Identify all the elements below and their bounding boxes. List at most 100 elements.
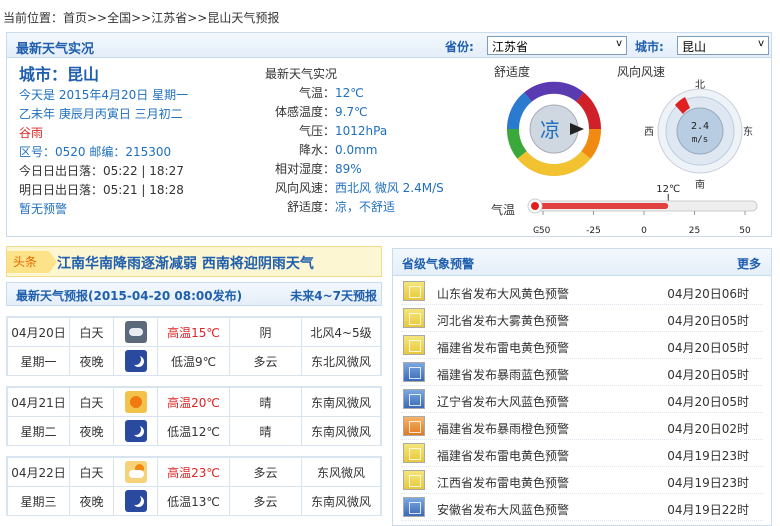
city-name: 城市：昆山 — [19, 65, 100, 84]
tempbar-tick-label: 0 — [641, 226, 647, 236]
wind-compass: 北 南 西 东 2.4 m/s — [645, 79, 753, 191]
live-row: 风向风速：西北风 微风 2.4M/S — [274, 181, 444, 195]
province-label: 省份: — [445, 40, 474, 54]
forecast-date: 04月22日 — [7, 457, 70, 487]
forecast-week: 星期三 — [7, 486, 70, 516]
forecast-day: 04月21日 白天 高温20℃ 晴 东南风微风 星期二 夜晚 低温12℃ 晴 东… — [6, 386, 382, 446]
forecast-day: 04月22日 白天 高温23℃ 多云 东风微风 星期三 夜晚 低温13℃ 多云 … — [6, 456, 382, 516]
period-label: 白天 — [69, 317, 114, 347]
solar-term: 谷雨 — [19, 126, 44, 140]
tomorrow-sun-times: 明日日出日落：05:21 | 18:28 — [19, 183, 184, 197]
forecast-date: 04月21日 — [7, 387, 70, 417]
warning-text[interactable]: 福建省发布暴雨橙色预警 — [437, 420, 569, 437]
warning-icon — [403, 281, 425, 301]
live-row: 气温：12℃ — [298, 86, 364, 100]
forecast-day: 04月20日 白天 高温15℃ 阴 北风4~5级 星期一 夜晚 低温9℃ 多云 … — [6, 316, 382, 376]
area-codes: 区号：0520 邮编：215300 — [19, 145, 172, 159]
panel-title: 最新天气实况 — [16, 42, 95, 57]
forecast-more-link[interactable]: 未来4~7天预报 — [290, 287, 377, 304]
tempbar-fill — [535, 203, 669, 209]
warning-item[interactable]: 福建省发布雷电黄色预警 04月19日23时 — [401, 441, 763, 467]
forecast-title: 最新天气预报(2015-04-20 08:00发布) — [16, 289, 243, 303]
live-row: 气压：1012hPa — [298, 124, 388, 138]
comfort-value: 凉 — [540, 118, 560, 142]
forecast-wind: 东风微风 — [301, 457, 381, 487]
warning-item[interactable]: 河北省发布大雾黄色预警 04月20日05时 — [401, 306, 763, 332]
forecast-weather: 阴 — [229, 317, 302, 347]
warning-item[interactable]: 福建省发布暴雨蓝色预警 04月20日05时 — [401, 360, 763, 386]
compass-north: 北 — [695, 79, 705, 91]
moon-icon — [124, 350, 147, 372]
warning-time: 04月20日06时 — [667, 287, 749, 301]
warning-item[interactable]: 安徽省发布大风蓝色预警 04月19日22时 — [401, 495, 763, 521]
partly-cloudy-icon — [124, 461, 147, 483]
warning-text[interactable]: 山东省发布大风黄色预警 — [437, 285, 569, 302]
chevron-down-icon: v — [758, 38, 764, 49]
forecast-wind: 东南风微风 — [301, 486, 381, 516]
compass-west: 西 — [645, 127, 654, 138]
warning-time: 04月20日02时 — [667, 422, 749, 436]
moon-icon — [124, 420, 147, 442]
warning-title: 省级气象预警 — [402, 257, 475, 271]
period-label: 夜晚 — [69, 486, 114, 516]
forecast-week: 星期二 — [7, 416, 70, 446]
warning-text[interactable]: 福建省发布雷电黄色预警 — [437, 447, 569, 464]
forecast-header: 最新天气预报(2015-04-20 08:00发布) 未来4~7天预报 — [6, 282, 382, 306]
warning-text[interactable]: 福建省发布暴雨蓝色预警 — [437, 366, 569, 383]
warning-text[interactable]: 江西省发布雷电黄色预警 — [437, 474, 569, 491]
compass-east: 东 — [743, 125, 753, 138]
warning-icon — [403, 497, 425, 517]
chevron-down-icon: v — [616, 38, 622, 49]
forecast-wind: 东南风微风 — [301, 387, 381, 417]
live-row: 降水：0.0mm — [298, 143, 378, 157]
warning-time: 04月19日23时 — [667, 476, 749, 490]
warning-item[interactable]: 福建省发布雷电黄色预警 04月20日05时 — [401, 333, 763, 359]
warning-header: 省级气象预警 更多 — [393, 249, 771, 276]
warning-text[interactable]: 河北省发布大雾黄色预警 — [437, 312, 569, 329]
warning-time: 04月19日23时 — [667, 449, 749, 463]
city-select[interactable]: 昆山 v — [677, 36, 769, 55]
city-label: 城市: — [635, 40, 664, 54]
headline-bar[interactable]: 头条 江南华南降雨逐渐减弱 西南将迎阴雨天气 — [6, 246, 382, 277]
forecast-wind: 东北风微风 — [301, 346, 381, 376]
forecast-weather: 多云 — [229, 486, 302, 516]
warning-text[interactable]: 安徽省发布大风蓝色预警 — [437, 501, 569, 518]
warning-text[interactable]: 辽宁省发布大风蓝色预警 — [437, 393, 569, 410]
live-observations: 最新天气实况 气温：12℃ 体感温度：9.7℃ 气压：1012hPa 降水：0.… — [255, 65, 485, 217]
warning-icon — [403, 416, 425, 436]
warning-icon — [403, 335, 425, 355]
alert-status[interactable]: 暂无预警 — [19, 200, 188, 219]
forecast-weather: 晴 — [229, 387, 302, 417]
warning-item[interactable]: 江西省发布雷电黄色预警 04月19日23时 — [401, 468, 763, 494]
comfort-title: 舒适度 — [494, 65, 531, 79]
cloud-icon — [124, 321, 147, 343]
wind-unit: m/s — [692, 135, 708, 145]
warning-icon — [403, 389, 425, 409]
headline-text[interactable]: 江南华南降雨逐渐减弱 西南将迎阴雨天气 — [57, 253, 314, 273]
warning-text[interactable]: 福建省发布雷电黄色预警 — [437, 339, 569, 356]
warning-time: 04月20日05时 — [667, 341, 749, 355]
warning-panel: 省级气象预警 更多 山东省发布大风黄色预警 04月20日06时河北省发布大雾黄色预… — [392, 248, 772, 526]
period-label: 白天 — [69, 457, 114, 487]
temperature-bar: 12℃ -50 -25 0 25 50 C — [527, 184, 758, 236]
warning-more-link[interactable]: 更多 — [737, 255, 761, 272]
warning-item[interactable]: 山东省发布大风黄色预警 04月20日06时 — [401, 279, 763, 305]
tempbar-tick-label: -25 — [586, 226, 601, 236]
warning-item[interactable]: 辽宁省发布大风蓝色预警 04月20日05时 — [401, 387, 763, 413]
today-sun-times: 今日日出日落：05:22 | 18:27 — [19, 164, 184, 178]
moon-icon — [124, 490, 147, 512]
city-info: 城市：昆山 今天是 2015年4月20日 星期一 乙未年 庚辰月丙寅日 三月初二… — [19, 64, 188, 219]
comfort-gauge: 凉 — [506, 81, 602, 177]
forecast-temp: 高温20℃ — [157, 387, 230, 417]
forecast-temp: 低温13℃ — [157, 486, 230, 516]
headline-tag: 头条 — [7, 251, 57, 273]
live-row: 相对湿度：89% — [274, 162, 362, 176]
forecast-week: 星期一 — [7, 346, 70, 376]
province-value: 江苏省 — [492, 40, 529, 54]
forecast-temp: 高温15℃ — [157, 317, 230, 347]
breadcrumb[interactable]: 当前位置：首页>>全国>>江苏省>>昆山天气预报 — [3, 9, 279, 26]
warning-item[interactable]: 福建省发布暴雨橙色预警 04月20日02时 — [401, 414, 763, 440]
period-label: 白天 — [69, 387, 114, 417]
forecast-wind: 北风4~5级 — [301, 317, 381, 347]
province-select[interactable]: 江苏省 v — [487, 36, 627, 55]
